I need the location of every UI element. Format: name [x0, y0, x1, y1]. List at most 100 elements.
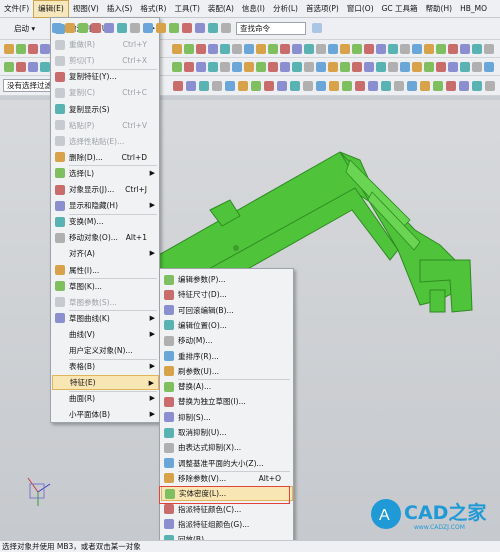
feature-menu-item[interactable]: 编辑位置(O)...	[161, 318, 293, 333]
toolbar-button-icon[interactable]	[436, 62, 446, 72]
toolbar-button-icon[interactable]	[448, 62, 458, 72]
toolbar-button-icon[interactable]	[130, 23, 140, 33]
toolbar-button-icon[interactable]	[256, 62, 266, 72]
edit-menu-item[interactable]: 属性(I)...	[52, 263, 159, 278]
feature-menu-item[interactable]: 重排序(R)...	[161, 349, 293, 364]
menubar-item-11[interactable]: GC 工具箱	[378, 0, 422, 18]
toolbar-button-icon[interactable]	[364, 44, 374, 54]
toolbar-button-icon[interactable]	[4, 62, 14, 72]
edit-menu-item[interactable]: 曲线(V) ▶	[52, 327, 159, 342]
toolbar-button-icon[interactable]	[485, 81, 495, 91]
menubar-item-6[interactable]: 装配(A)	[204, 0, 238, 18]
toolbar-button-icon[interactable]	[169, 23, 179, 33]
edit-menu-item[interactable]: 对齐(A) ▶	[52, 246, 159, 261]
toolbar-button-icon[interactable]	[292, 44, 302, 54]
edit-menu-item[interactable]: 剪切(T) Ctrl+X	[52, 53, 159, 68]
toolbar-button-icon[interactable]	[208, 23, 218, 33]
feature-menu-item[interactable]: 移动(M)...	[161, 333, 293, 348]
toolbar-button-icon[interactable]	[484, 44, 494, 54]
toolbar-button-icon[interactable]	[52, 23, 62, 33]
toolbar-button-icon[interactable]	[388, 62, 398, 72]
menubar-item-2[interactable]: 视图(V)	[69, 0, 103, 18]
toolbar-button-icon[interactable]	[40, 62, 50, 72]
toolbar-button-icon[interactable]	[446, 81, 456, 91]
edit-menu-item[interactable]: 粘贴(P) Ctrl+V	[52, 118, 159, 133]
menubar-item-4[interactable]: 格式(R)	[136, 0, 170, 18]
edit-menu-item[interactable]: 显示和隐藏(H) ▶	[52, 198, 159, 213]
toolbar-button-icon[interactable]	[208, 62, 218, 72]
edit-menu-item[interactable]: 重做(R) Ctrl+Y	[52, 37, 159, 52]
edit-menu-item[interactable]: 复制(C) Ctrl+C	[52, 85, 159, 100]
toolbar-button-icon[interactable]	[290, 81, 300, 91]
toolbar-button-icon[interactable]	[376, 44, 386, 54]
toolbar-button-icon[interactable]	[460, 44, 470, 54]
toolbar-button-icon[interactable]	[280, 62, 290, 72]
toolbar-button-icon[interactable]	[484, 62, 494, 72]
toolbar-button-icon[interactable]	[304, 44, 314, 54]
edit-menu-item[interactable]: 表格(B) ▶	[52, 359, 159, 374]
toolbar-button-icon[interactable]	[117, 23, 127, 33]
toolbar-button-icon[interactable]	[232, 62, 242, 72]
toolbar-button-icon[interactable]	[156, 23, 166, 33]
menubar-item-8[interactable]: 分析(L)	[269, 0, 302, 18]
toolbar-button-icon[interactable]	[184, 44, 194, 54]
feature-menu-item[interactable]: 编辑参数(P)...	[161, 272, 293, 287]
menubar-item-5[interactable]: 工具(T)	[170, 0, 203, 18]
feature-menu-item[interactable]: 指派特征组颜色(G)...	[161, 517, 293, 532]
toolbar-button-icon[interactable]	[238, 81, 248, 91]
toolbar-button-icon[interactable]	[268, 44, 278, 54]
start-button[interactable]: 启动 ▾	[14, 23, 35, 34]
menubar-item-12[interactable]: 帮助(H)	[422, 0, 457, 18]
toolbar-button-icon[interactable]	[424, 62, 434, 72]
toolbar-button-icon[interactable]	[173, 81, 183, 91]
toolbar-button-icon[interactable]	[244, 44, 254, 54]
edit-menu-item[interactable]: 复制特征(Y)...	[52, 69, 159, 84]
menubar-item-3[interactable]: 插入(S)	[103, 0, 137, 18]
toolbar-button-icon[interactable]	[316, 62, 326, 72]
toolbar-button-icon[interactable]	[303, 81, 313, 91]
menubar-item-9[interactable]: 首选项(P)	[302, 0, 343, 18]
menubar-item-13[interactable]: HB_MO	[456, 0, 491, 18]
toolbar-button-icon[interactable]	[28, 62, 38, 72]
toolbar-button-icon[interactable]	[212, 81, 222, 91]
feature-menu-item[interactable]: 抑制(S)...	[161, 410, 293, 425]
toolbar-button-icon[interactable]	[304, 62, 314, 72]
toolbar-button-icon[interactable]	[342, 81, 352, 91]
edit-menu-item[interactable]: 草图参数(S)...	[52, 295, 159, 310]
toolbar-button-icon[interactable]	[277, 81, 287, 91]
edit-menu-item[interactable]: 小平面体(B) ▶	[52, 407, 159, 422]
toolbar-button-icon[interactable]	[400, 44, 410, 54]
toolbar-button-icon[interactable]	[232, 44, 242, 54]
edit-menu-item[interactable]: 变换(M)...	[52, 214, 159, 229]
toolbar-button-icon[interactable]	[16, 44, 26, 54]
toolbar-button-icon[interactable]	[104, 23, 114, 33]
toolbar-button-icon[interactable]	[328, 62, 338, 72]
feature-menu-item[interactable]: 刷参数(U)...	[161, 364, 293, 379]
toolbar-button-icon[interactable]	[292, 62, 302, 72]
feature-menu-item[interactable]: 替换(A)...	[161, 379, 293, 394]
toolbar-button-icon[interactable]	[244, 62, 254, 72]
toolbar-button-icon[interactable]	[412, 44, 422, 54]
toolbar-button-icon[interactable]	[352, 44, 362, 54]
menubar-item-7[interactable]: 信息(I)	[238, 0, 269, 18]
toolbar-button-icon[interactable]	[172, 62, 182, 72]
feature-menu-item[interactable]: 由表达式抑制(X)...	[161, 440, 293, 455]
toolbar-button-icon[interactable]	[329, 81, 339, 91]
toolbar-button-icon[interactable]	[28, 44, 38, 54]
feature-menu-item[interactable]: 移除参数(V)... Alt+O	[161, 471, 293, 486]
toolbar-button-icon[interactable]	[420, 81, 430, 91]
menubar-item-0[interactable]: 文件(F)	[0, 0, 33, 18]
feature-menu-item[interactable]: 特征尺寸(D)...	[161, 287, 293, 302]
toolbar-button-icon[interactable]	[316, 81, 326, 91]
toolbar-button-icon[interactable]	[472, 44, 482, 54]
toolbar-button-icon[interactable]	[251, 81, 261, 91]
toolbar-button-icon[interactable]	[4, 44, 14, 54]
toolbar-button-icon[interactable]	[472, 81, 482, 91]
toolbar-button-icon[interactable]	[316, 44, 326, 54]
toolbar-button-icon[interactable]	[195, 23, 205, 33]
toolbar-button-icon[interactable]	[355, 81, 365, 91]
toolbar-button-icon[interactable]	[340, 62, 350, 72]
feature-menu-item[interactable]: 调整基准平面的大小(Z)...	[161, 456, 293, 471]
edit-menu-item[interactable]: 曲面(R) ▶	[52, 391, 159, 406]
edit-menu-item[interactable]: 选择(L) ▶	[52, 166, 159, 181]
